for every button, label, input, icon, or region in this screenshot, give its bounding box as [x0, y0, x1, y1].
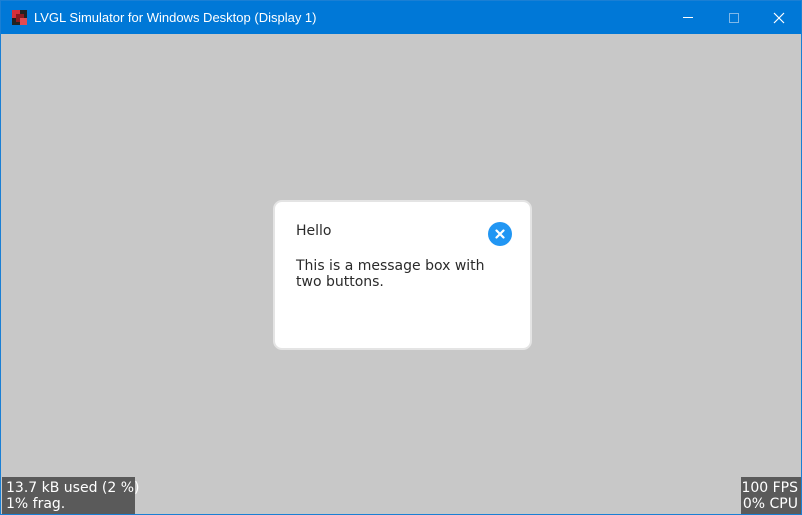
- lvgl-app-icon: [12, 10, 27, 25]
- memory-monitor: 13.7 kB used (2 %) 1% frag.: [2, 477, 140, 514]
- maximize-icon: [729, 12, 739, 23]
- fragmentation-label: 1% frag.: [6, 496, 66, 512]
- message-box-text: This is a message box with two buttons.: [296, 258, 485, 290]
- close-circle-icon: [495, 229, 505, 239]
- minimize-button[interactable]: [665, 1, 711, 34]
- display-area: Hello This is a message box with two but…: [2, 34, 801, 514]
- message-box-title: Hello: [296, 223, 332, 239]
- minimize-icon: [683, 17, 693, 18]
- title-bar[interactable]: LVGL Simulator for Windows Desktop (Disp…: [1, 1, 801, 34]
- simulator-window: LVGL Simulator for Windows Desktop (Disp…: [0, 0, 802, 515]
- cpu-label: 0% CPU: [742, 496, 798, 512]
- fps-label: 100 FPS: [741, 480, 798, 496]
- window-title: LVGL Simulator for Windows Desktop (Disp…: [34, 10, 317, 25]
- close-icon: [773, 12, 785, 23]
- maximize-button[interactable]: [711, 1, 757, 34]
- memory-used-label: 13.7 kB used (2 %): [6, 480, 140, 496]
- message-box-close-button[interactable]: [488, 222, 512, 246]
- message-box: Hello This is a message box with two but…: [273, 200, 532, 350]
- close-button[interactable]: [756, 1, 802, 34]
- performance-monitor: 100 FPS 0% CPU: [741, 477, 801, 514]
